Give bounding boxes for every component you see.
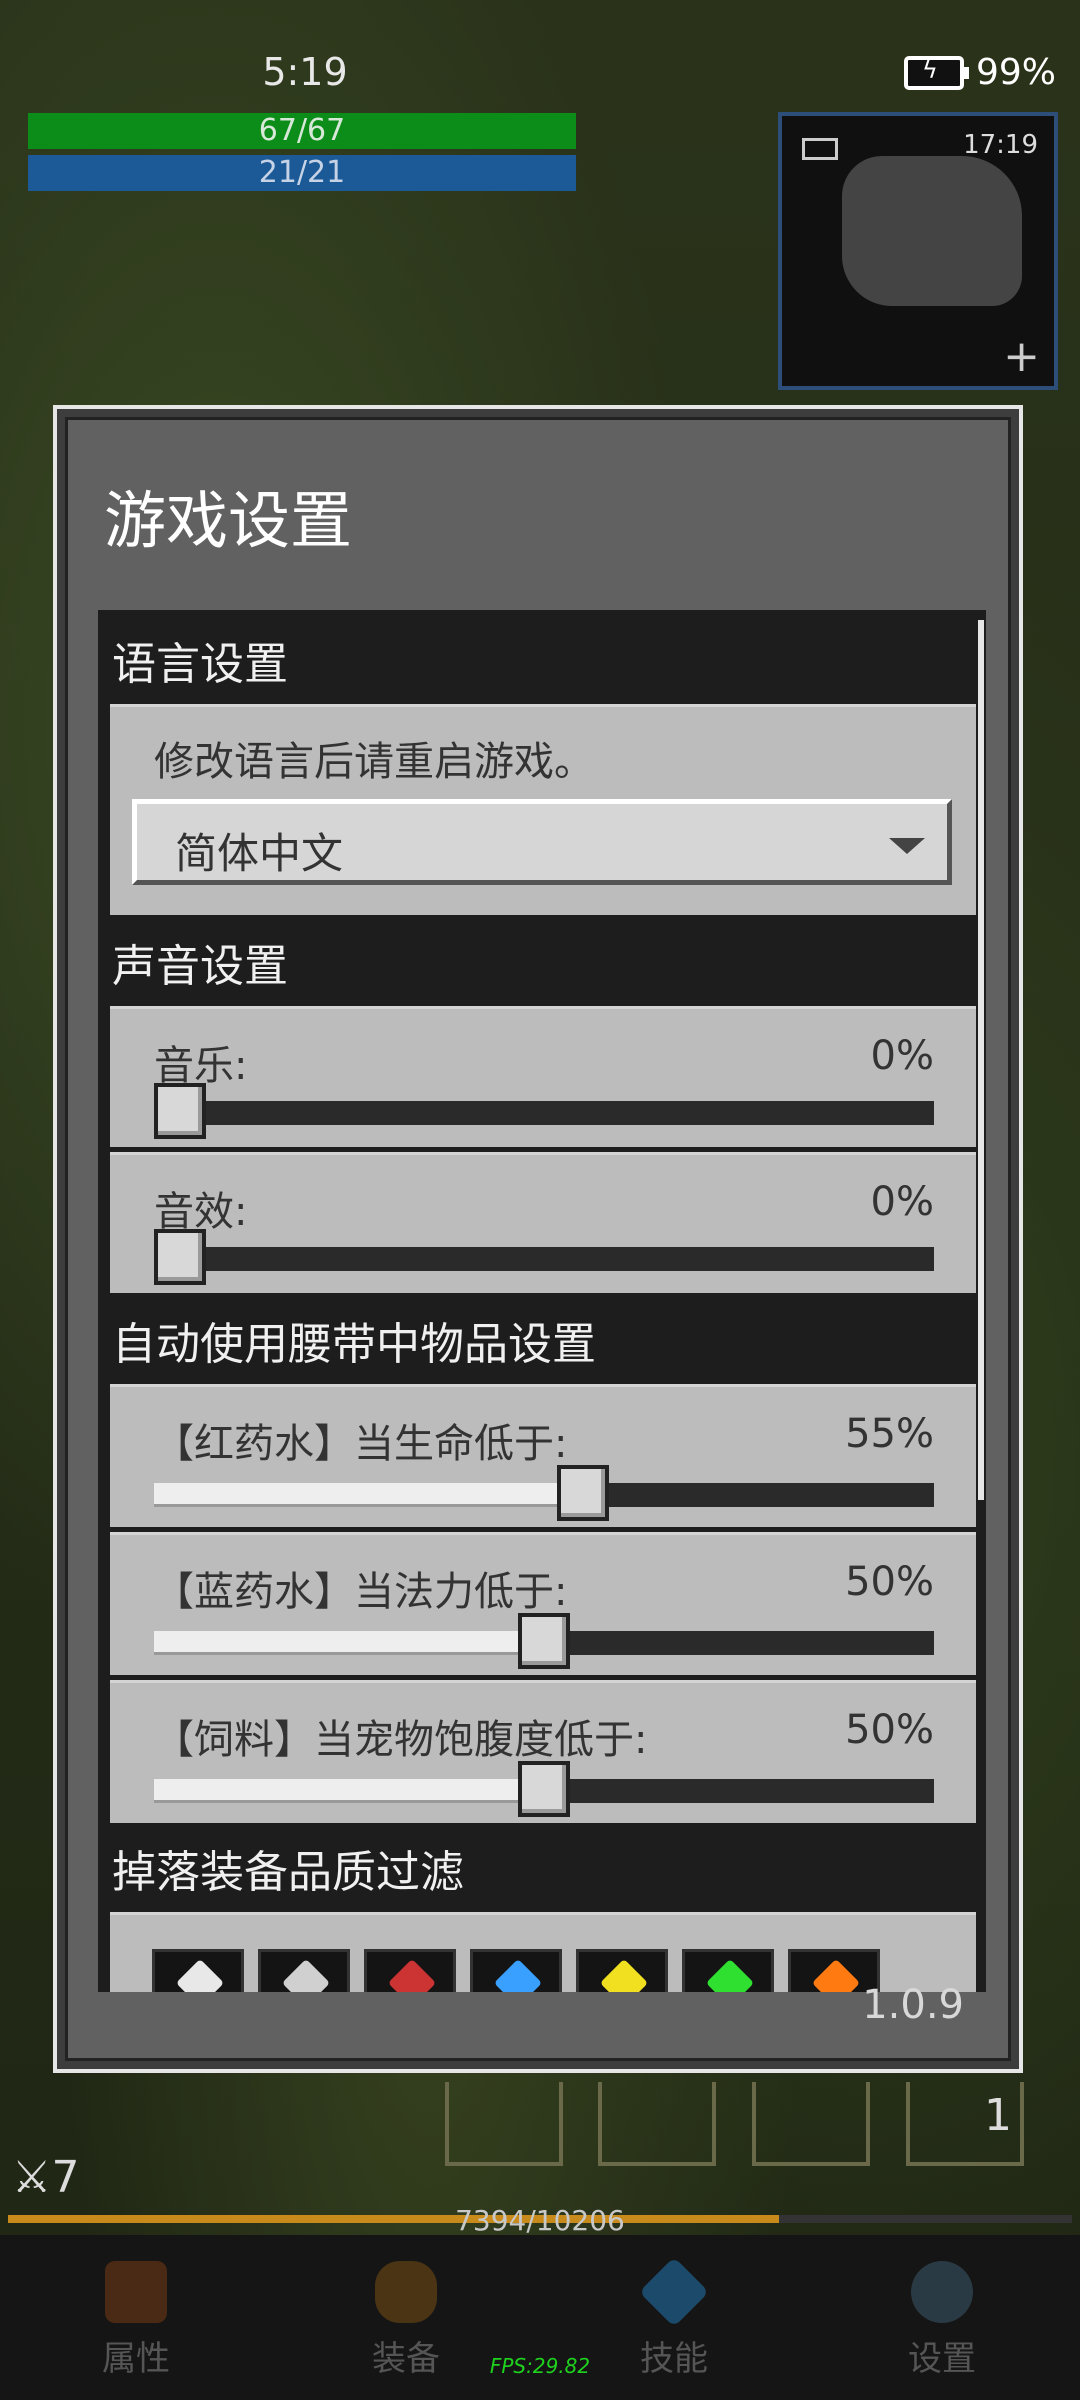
player-level: ⚔7 [12, 2152, 79, 2203]
gear-quality-icon [387, 1958, 437, 1992]
quick-slot[interactable] [445, 2082, 563, 2166]
red-potion-value: 55% [845, 1411, 934, 1457]
pet-food-slider[interactable] [154, 1761, 934, 1817]
drop-filter-panel [110, 1912, 976, 1992]
quick-slot[interactable] [752, 2082, 870, 2166]
player-level-value: 7 [51, 2152, 80, 2203]
fps-counter: FPS:29.82 [489, 2354, 591, 2378]
pet-food-slider-thumb[interactable] [518, 1761, 570, 1817]
battery-percent: 99% [975, 52, 1056, 93]
pet-food-value: 50% [845, 1707, 934, 1753]
sword-icon: ⚔ [12, 2152, 52, 2203]
xp-text: 7394/10206 [455, 2204, 625, 2237]
quick-slot-number: 1 [984, 2090, 1012, 2141]
music-value: 0% [870, 1033, 934, 1079]
quality-filter-toggle[interactable] [152, 1949, 244, 1992]
red-potion-label: 【红药水】当生命低于: [154, 1421, 568, 1467]
blue-potion-value: 50% [845, 1559, 934, 1605]
battery-icon: ϟ [903, 55, 969, 90]
quality-filter-toggle[interactable] [470, 1949, 562, 1992]
helmet-icon [105, 2261, 167, 2323]
mana-bar: 21/21 [28, 155, 576, 191]
gear-quality-icon [175, 1958, 225, 1992]
language-select[interactable]: 简体中文 [132, 799, 952, 885]
section-sound-header: 声音设置 [112, 941, 288, 992]
status-clock: 5:19 [262, 50, 348, 94]
blue-potion-slider[interactable] [154, 1613, 934, 1669]
minimap[interactable]: 17:19 + [778, 112, 1058, 390]
quality-filter-toggle[interactable] [364, 1949, 456, 1992]
language-note: 修改语言后请重启游戏。 [154, 739, 594, 785]
quality-filter-toggle[interactable] [576, 1949, 668, 1992]
dialog-body: 游戏设置 语言设置 修改语言后请重启游戏。 简体中文 声音设置 音乐: 0% 音… [65, 417, 1011, 2061]
red-potion-panel: 【红药水】当生命低于: 55% [110, 1384, 976, 1527]
language-panel: 修改语言后请重启游戏。 简体中文 [110, 704, 976, 915]
minimap-battery-icon [802, 138, 838, 160]
sfx-slider-thumb[interactable] [154, 1229, 206, 1285]
settings-dialog: 游戏设置 语言设置 修改语言后请重启游戏。 简体中文 声音设置 音乐: 0% 音… [53, 405, 1023, 2073]
sfx-value: 0% [870, 1179, 934, 1225]
quick-slot[interactable] [598, 2082, 716, 2166]
version-label: 1.0.9 [862, 1982, 964, 2028]
quality-filter-toggle[interactable] [682, 1949, 774, 1992]
health-bar: 67/67 [28, 113, 576, 149]
battery-indicator: ϟ 99% [903, 52, 1056, 93]
blue-potion-label: 【蓝药水】当法力低于: [154, 1569, 568, 1615]
pet-food-label: 【饲料】当宠物饱腹度低于: [154, 1717, 648, 1763]
gear-quality-icon [281, 1958, 331, 1992]
gear-quality-icon [493, 1958, 543, 1992]
minimap-time: 17:19 [963, 130, 1038, 160]
section-language-header: 语言设置 [112, 639, 288, 690]
pet-food-panel: 【饲料】当宠物饱腹度低于: 50% [110, 1680, 976, 1823]
blue-potion-panel: 【蓝药水】当法力低于: 50% [110, 1532, 976, 1675]
red-potion-slider-thumb[interactable] [557, 1465, 609, 1521]
music-panel: 音乐: 0% [110, 1006, 976, 1147]
dialog-title: 游戏设置 [104, 484, 353, 557]
sfx-slider[interactable] [154, 1229, 934, 1285]
gear-quality-icon [811, 1958, 861, 1992]
red-potion-slider[interactable] [154, 1465, 934, 1521]
music-slider-thumb[interactable] [154, 1083, 206, 1139]
scrollbar[interactable] [978, 620, 984, 1500]
quick-slot[interactable]: 1 [906, 2082, 1024, 2166]
minimap-zoom-button[interactable]: + [1003, 331, 1040, 382]
gear-icon [911, 2261, 973, 2323]
gear-quality-icon [705, 1958, 755, 1992]
music-slider[interactable] [154, 1083, 934, 1139]
blue-potion-slider-thumb[interactable] [518, 1613, 570, 1669]
section-auto-use-header: 自动使用腰带中物品设置 [112, 1319, 596, 1370]
settings-scroll-area[interactable]: 语言设置 修改语言后请重启游戏。 简体中文 声音设置 音乐: 0% 音效: 0%… [98, 610, 986, 1992]
skill-crystal-icon [638, 2256, 710, 2328]
sfx-panel: 音效: 0% [110, 1152, 976, 1293]
minimap-room [842, 156, 1022, 306]
language-selected-value: 简体中文 [175, 829, 344, 878]
bag-icon [375, 2261, 437, 2323]
dropdown-arrow-icon [889, 838, 925, 854]
gear-quality-icon [599, 1958, 649, 1992]
section-drop-filter-header: 掉落装备品质过滤 [112, 1847, 464, 1898]
quality-filter-toggle[interactable] [258, 1949, 350, 1992]
